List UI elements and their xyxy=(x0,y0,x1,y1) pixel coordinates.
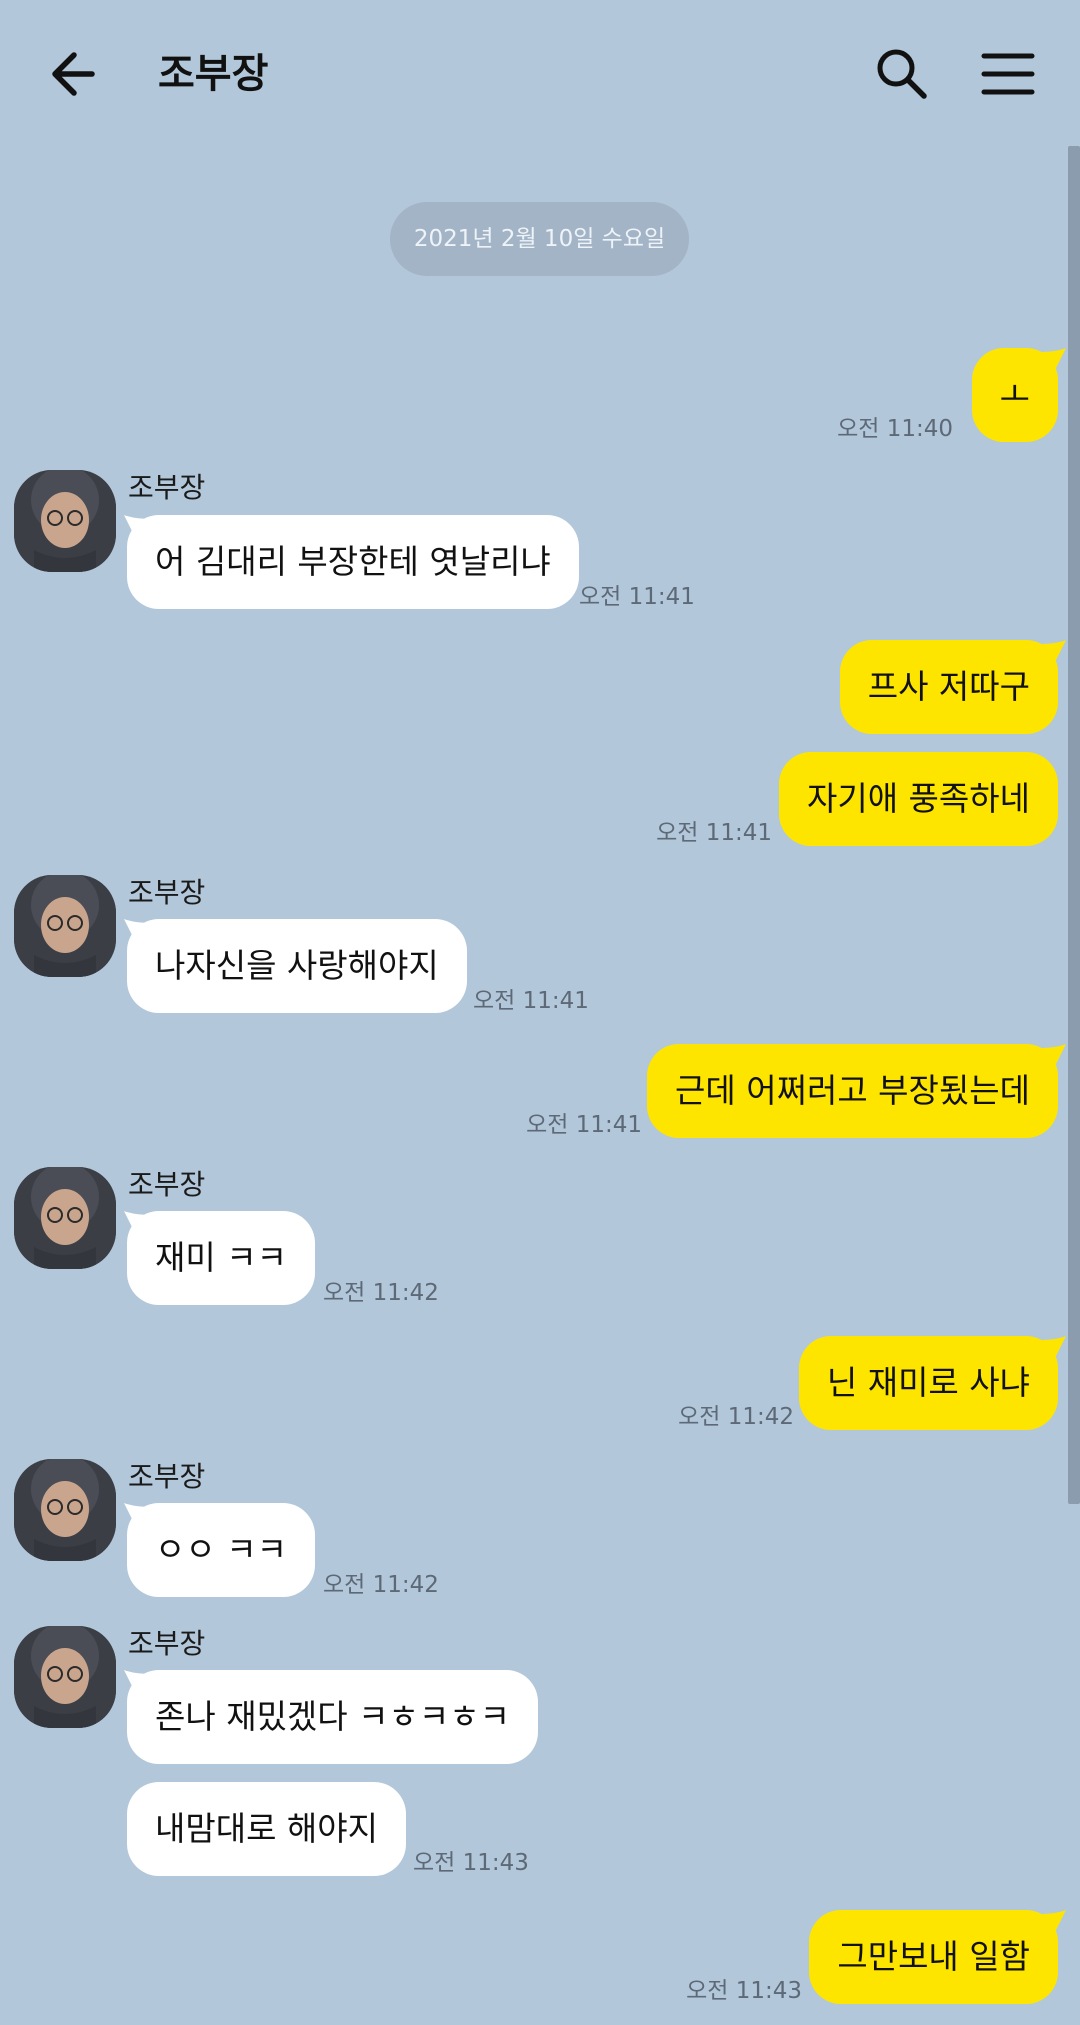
message-timestamp: 오전 11:41 xyxy=(526,1112,642,1138)
bubble-tail xyxy=(1038,348,1066,372)
message-timestamp: 오전 11:42 xyxy=(323,1572,439,1598)
bubble-tail xyxy=(1038,1336,1066,1360)
profile-photo-icon xyxy=(14,875,116,977)
incoming-message-bubble[interactable]: ㅇㅇ ㅋㅋ xyxy=(127,1503,315,1597)
date-divider: 2021년 2월 10일 수요일 xyxy=(390,202,689,276)
arrow-left-icon xyxy=(52,52,95,96)
message-timestamp: 오전 11:41 xyxy=(473,988,589,1014)
avatar[interactable] xyxy=(14,1459,116,1561)
chat-title: 조부장 xyxy=(158,51,269,97)
sender-name: 조부장 xyxy=(128,1168,206,1201)
back-button[interactable] xyxy=(44,44,110,104)
sender-name: 조부장 xyxy=(128,471,206,504)
message-timestamp: 오전 11:43 xyxy=(686,1978,802,2004)
bubble-tail xyxy=(1038,640,1066,664)
message-timestamp: 오전 11:43 xyxy=(413,1850,529,1876)
avatar[interactable] xyxy=(14,1626,116,1728)
incoming-message-bubble[interactable]: 존나 재밌겠다 ㅋㅎㅋㅎㅋ xyxy=(127,1670,538,1764)
incoming-message-bubble[interactable]: 재미 ㅋㅋ xyxy=(127,1211,315,1305)
bubble-tail xyxy=(1038,1044,1066,1068)
outgoing-message-bubble[interactable]: 프사 저따구 xyxy=(839,640,1058,734)
message-timestamp: 오전 11:41 xyxy=(656,820,772,846)
outgoing-message-bubble[interactable]: 그만보내 일함 xyxy=(809,1910,1058,2004)
message-timestamp: 오전 11:42 xyxy=(678,1404,794,1430)
profile-photo-icon xyxy=(14,1459,116,1561)
message-timestamp: 오전 11:41 xyxy=(579,584,695,610)
avatar[interactable] xyxy=(14,470,116,572)
incoming-message-bubble[interactable]: 나자신을 사랑해야지 xyxy=(127,919,467,1013)
search-icon xyxy=(877,49,927,99)
outgoing-message-bubble[interactable]: 근데 어쩌러고 부장됬는데 xyxy=(647,1044,1058,1138)
outgoing-message-bubble[interactable]: 닌 재미로 사냐 xyxy=(798,1336,1058,1430)
avatar[interactable] xyxy=(14,875,116,977)
chat-header: 조부장 xyxy=(0,0,1080,148)
incoming-message-bubble[interactable]: 내맘대로 해야지 xyxy=(127,1782,407,1876)
sender-name: 조부장 xyxy=(128,876,206,909)
profile-photo-icon xyxy=(14,1167,116,1269)
profile-photo-icon xyxy=(14,470,116,572)
scrollbar[interactable] xyxy=(1068,146,1080,1504)
sender-name: 조부장 xyxy=(128,1460,206,1493)
message-timestamp: 오전 11:42 xyxy=(323,1280,439,1306)
incoming-message-bubble[interactable]: 어 김대리 부장한테 엿날리냐 xyxy=(127,515,579,609)
bubble-tail xyxy=(1038,1910,1066,1934)
sender-name: 조부장 xyxy=(128,1627,206,1660)
search-button[interactable] xyxy=(872,44,932,104)
menu-button[interactable] xyxy=(978,44,1038,104)
avatar[interactable] xyxy=(14,1167,116,1269)
outgoing-message-bubble[interactable]: 자기애 풍족하네 xyxy=(778,752,1058,846)
message-timestamp: 오전 11:40 xyxy=(837,416,953,442)
hamburger-menu-icon xyxy=(981,53,1035,95)
profile-photo-icon xyxy=(14,1626,116,1728)
